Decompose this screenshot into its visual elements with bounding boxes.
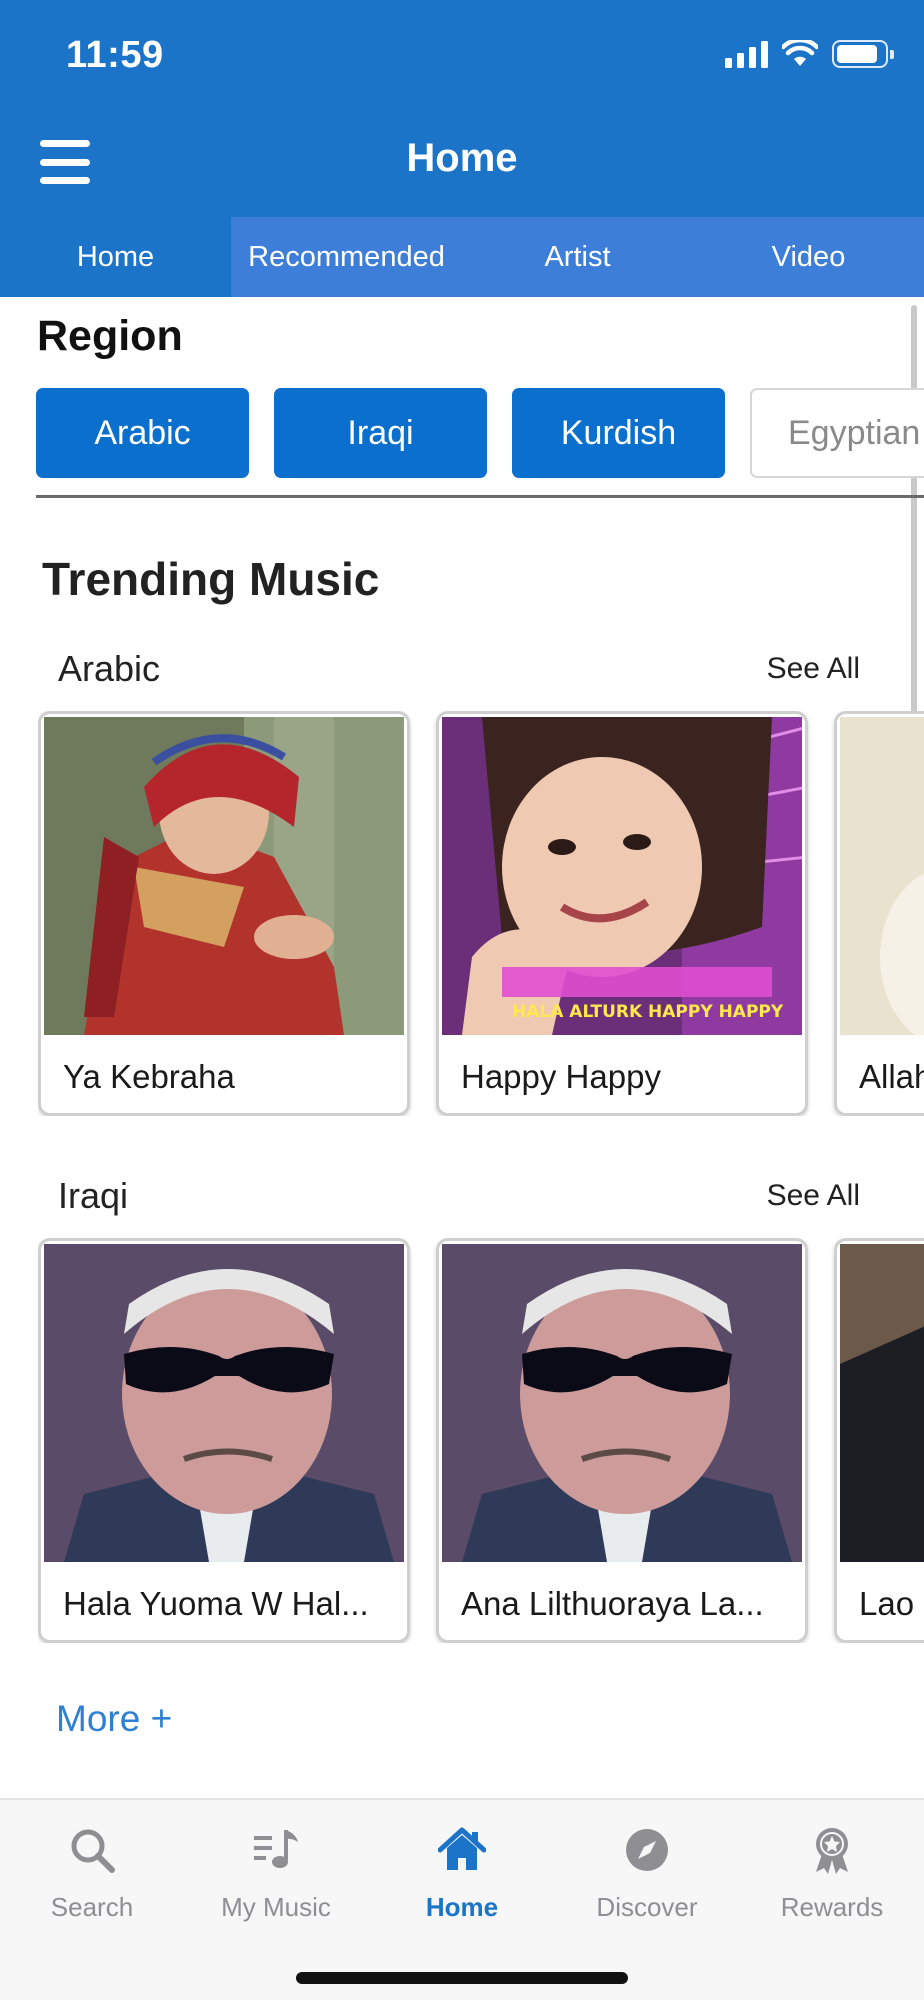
more-link[interactable]: More + xyxy=(56,1698,172,1740)
track-card[interactable]: Allah xyxy=(834,711,924,1116)
nav-my-music[interactable]: My Music xyxy=(184,1800,368,1940)
tab-home[interactable]: Home xyxy=(0,217,231,297)
chip-egyptian[interactable]: Egyptian xyxy=(750,388,924,478)
chip-kurdish[interactable]: Kurdish xyxy=(512,388,725,478)
track-card[interactable]: Ana Lilthuoraya La... xyxy=(436,1238,808,1643)
track-card[interactable]: Lao xyxy=(834,1238,924,1643)
tab-artist[interactable]: Artist xyxy=(462,217,693,297)
status-time: 11:59 xyxy=(66,34,164,76)
section-title-iraqi: Iraqi xyxy=(58,1175,129,1216)
music-list-icon xyxy=(254,1830,298,1868)
region-title: Region xyxy=(37,312,183,360)
nav-label: My Music xyxy=(221,1892,331,1922)
album-cover-text: HALA ALTURK HAPPY HAPPY xyxy=(512,1002,784,1022)
see-all-iraqi-button[interactable]: See All xyxy=(767,1179,860,1213)
track-card[interactable]: Ya Kebraha xyxy=(38,711,410,1116)
chip-arabic[interactable]: Arabic xyxy=(36,388,249,478)
nav-discover[interactable]: Discover xyxy=(555,1800,739,1940)
trending-title: Trending Music xyxy=(42,553,380,605)
iraqi-track-row[interactable]: Hala Yuoma W Hal... Ana Lilthuoraya La..… xyxy=(38,1238,924,1643)
track-card[interactable]: Hala Yuoma W Hal... xyxy=(38,1238,410,1643)
album-cover-image xyxy=(44,1244,404,1562)
status-icons xyxy=(725,38,894,70)
page-title: Home xyxy=(406,136,518,180)
nav-label: Rewards xyxy=(780,1892,884,1922)
battery-icon xyxy=(832,40,894,68)
tab-video[interactable]: Video xyxy=(693,217,924,297)
album-cover-image: HALA ALTURK HAPPY HAPPY xyxy=(442,717,802,1035)
track-title: Allah xyxy=(859,1058,924,1095)
region-divider xyxy=(36,495,924,498)
nav-label: Discover xyxy=(596,1892,698,1922)
cellular-signal-icon xyxy=(725,40,768,68)
home-icon xyxy=(438,1827,486,1870)
album-cover-image xyxy=(44,717,404,1035)
album-cover-image xyxy=(840,717,924,1035)
home-indicator xyxy=(296,1972,628,1984)
chip-iraqi[interactable]: Iraqi xyxy=(274,388,487,478)
track-card[interactable]: HALA ALTURK HAPPY HAPPY Happy Happy xyxy=(436,711,808,1116)
nav-label: Search xyxy=(50,1892,134,1922)
track-title: Ya Kebraha xyxy=(63,1058,235,1095)
nav-rewards[interactable]: Rewards xyxy=(740,1800,924,1940)
award-icon xyxy=(816,1828,848,1874)
track-title: Hala Yuoma W Hal... xyxy=(63,1585,369,1622)
region-chips: Arabic Iraqi Kurdish Egyptian xyxy=(36,388,924,478)
section-title-arabic: Arabic xyxy=(58,648,161,689)
tab-recommended[interactable]: Recommended xyxy=(231,217,462,297)
bottom-nav: Search My Music Home Discover Rewards xyxy=(0,1798,924,2000)
album-cover-image xyxy=(442,1244,802,1562)
track-title: Happy Happy xyxy=(461,1058,661,1095)
search-icon xyxy=(71,1829,115,1873)
nav-label: Home xyxy=(425,1892,499,1922)
track-title: Ana Lilthuoraya La... xyxy=(461,1585,764,1622)
track-title: Lao xyxy=(859,1585,915,1622)
nav-home[interactable]: Home xyxy=(370,1800,554,1940)
nav-search[interactable]: Search xyxy=(0,1800,184,1940)
album-cover-image xyxy=(840,1244,924,1562)
compass-icon xyxy=(626,1829,668,1871)
wifi-icon xyxy=(782,40,818,66)
app-header: 11:59 Home xyxy=(0,0,924,217)
see-all-arabic-button[interactable]: See All xyxy=(767,652,860,686)
arabic-track-row[interactable]: Ya Kebraha HALA ALTURK HAPPY HAPPY Happy… xyxy=(38,711,924,1116)
top-tabs: Home Recommended Artist Video xyxy=(0,217,924,297)
